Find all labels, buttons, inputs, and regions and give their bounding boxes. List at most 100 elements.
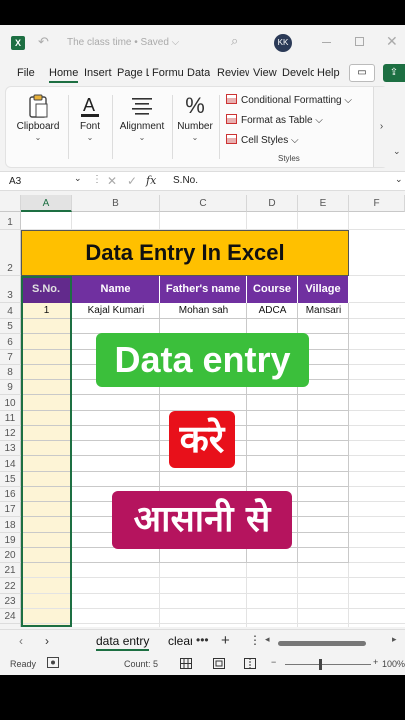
- table-cell[interactable]: ADCA: [247, 303, 298, 319]
- row-header[interactable]: 22: [0, 578, 21, 594]
- sheet-options-icon[interactable]: ⋮: [249, 633, 261, 647]
- ribbon-scroll-right-icon[interactable]: ›: [373, 87, 389, 167]
- row-header[interactable]: 17: [0, 502, 21, 518]
- search-icon[interactable]: ⌕: [231, 33, 238, 49]
- clipboard-group[interactable]: Clipboard ⌄: [10, 87, 66, 167]
- format-as-table-button[interactable]: Format as Table ⌵: [226, 114, 323, 126]
- row-header[interactable]: 13: [0, 441, 21, 457]
- column-header-b[interactable]: B: [72, 195, 160, 212]
- row-header[interactable]: 19: [0, 532, 21, 548]
- row-header[interactable]: 20: [0, 547, 21, 563]
- row-header[interactable]: 10: [0, 395, 21, 411]
- column-header-e[interactable]: E: [298, 195, 349, 212]
- zoom-out-icon[interactable]: −: [271, 657, 276, 667]
- tab-file[interactable]: File: [17, 67, 35, 79]
- row-number: 22: [4, 580, 16, 592]
- select-all-corner[interactable]: [0, 195, 21, 212]
- active-cell-a3[interactable]: [21, 276, 72, 303]
- tab-help[interactable]: Help: [317, 67, 340, 79]
- undo-icon[interactable]: ↶: [38, 34, 49, 50]
- table-cell[interactable]: Kajal Kumari: [72, 303, 160, 319]
- insert-function-icon[interactable]: fx: [146, 174, 156, 187]
- formula-input[interactable]: S.No.: [173, 175, 198, 186]
- number-group[interactable]: % Number ⌄: [173, 87, 217, 167]
- cancel-icon[interactable]: ✕: [107, 174, 117, 188]
- tab-home[interactable]: Home: [49, 67, 79, 83]
- more-icon[interactable]: ⋮: [92, 174, 102, 185]
- table-header-cell[interactable]: Father's name: [160, 276, 247, 303]
- alignment-group[interactable]: Alignment ⌄: [113, 87, 171, 167]
- maximize-icon[interactable]: [355, 37, 364, 46]
- row-header[interactable]: 4: [0, 303, 21, 319]
- tab-review[interactable]: Review: [217, 67, 249, 79]
- row-header[interactable]: 16: [0, 486, 21, 502]
- sheet-title-cell[interactable]: Data Entry In Excel: [21, 230, 349, 276]
- add-sheet-icon[interactable]: +: [221, 632, 230, 649]
- column-header-f[interactable]: F: [349, 195, 405, 212]
- row-header[interactable]: 21: [0, 563, 21, 579]
- horizontal-scrollbar[interactable]: [278, 641, 366, 646]
- zoom-slider-thumb[interactable]: [319, 659, 322, 670]
- page-layout-view-icon[interactable]: [213, 658, 225, 671]
- table-cell[interactable]: 1: [21, 303, 72, 319]
- row-header[interactable]: 1: [0, 212, 21, 230]
- row-header[interactable]: 23: [0, 593, 21, 609]
- scroll-left-icon[interactable]: ◂: [265, 634, 270, 645]
- tab-insert[interactable]: Insert: [84, 67, 113, 79]
- row-header[interactable]: 18: [0, 517, 21, 533]
- row-header[interactable]: 15: [0, 471, 21, 487]
- close-icon[interactable]: ✕: [386, 33, 398, 50]
- row-header[interactable]: 5: [0, 319, 21, 335]
- row-header[interactable]: 7: [0, 349, 21, 365]
- row-header[interactable]: 11: [0, 410, 21, 426]
- scroll-right-icon[interactable]: ▸: [392, 634, 397, 645]
- table-header-cell[interactable]: Name: [72, 276, 160, 303]
- row-header[interactable]: 9: [0, 380, 21, 396]
- cell-styles-button[interactable]: Cell Styles ⌵: [226, 134, 299, 146]
- row-header[interactable]: 24: [0, 608, 21, 624]
- row-header[interactable]: 14: [0, 456, 21, 472]
- avatar[interactable]: KK: [274, 34, 292, 52]
- comments-button[interactable]: ▭: [349, 64, 375, 82]
- zoom-slider[interactable]: [285, 664, 371, 665]
- minimize-icon[interactable]: [322, 42, 331, 43]
- conditional-formatting-icon: [226, 94, 237, 104]
- chevron-down-icon[interactable]: ⌄: [74, 173, 82, 184]
- table-header-cell[interactable]: Course: [247, 276, 298, 303]
- column-header-d[interactable]: D: [247, 195, 298, 212]
- font-group[interactable]: A Font ⌄: [70, 87, 110, 167]
- page-break-view-icon[interactable]: [244, 658, 256, 671]
- more-sheets-icon[interactable]: •••: [196, 633, 209, 647]
- sheet-tab-clear[interactable]: clear: [168, 634, 192, 648]
- next-sheet-icon[interactable]: ›: [45, 634, 49, 648]
- zoom-level[interactable]: 100%: [382, 659, 405, 669]
- normal-view-icon[interactable]: [180, 658, 192, 671]
- tab-developer[interactable]: Develo: [282, 67, 314, 79]
- sheet-tab-data-entry[interactable]: data entry: [96, 634, 150, 651]
- prev-sheet-icon[interactable]: ‹: [19, 634, 23, 648]
- table-cell[interactable]: Mansari: [298, 303, 349, 319]
- row-header[interactable]: 6: [0, 334, 21, 350]
- table-header-cell[interactable]: Village: [298, 276, 349, 303]
- document-title[interactable]: The class time • Saved ⌵: [67, 37, 179, 48]
- conditional-formatting-button[interactable]: Conditional Formatting ⌵: [226, 94, 352, 106]
- row-header[interactable]: 8: [0, 364, 21, 380]
- row-header[interactable]: 25: [0, 624, 21, 627]
- share-button[interactable]: ⇪: [383, 64, 405, 82]
- collapse-ribbon-icon[interactable]: ⌄: [393, 146, 401, 157]
- tab-data[interactable]: Data: [187, 67, 210, 79]
- zoom-in-icon[interactable]: +: [373, 657, 378, 667]
- tab-view[interactable]: View: [253, 67, 277, 79]
- expand-formula-bar-icon[interactable]: ⌄: [395, 174, 403, 185]
- align-lines-icon: [113, 93, 171, 119]
- row-header[interactable]: 3: [0, 276, 21, 303]
- macro-record-icon[interactable]: [47, 657, 59, 670]
- row-header[interactable]: 12: [0, 425, 21, 441]
- tab-page-layout[interactable]: Page L: [117, 67, 149, 79]
- table-cell[interactable]: Mohan sah: [160, 303, 247, 319]
- tab-formulas[interactable]: Formu: [152, 67, 183, 79]
- column-header-a[interactable]: A: [21, 195, 72, 212]
- row-header[interactable]: 2: [0, 230, 21, 276]
- column-header-c[interactable]: C: [160, 195, 247, 212]
- check-icon[interactable]: ✓: [127, 174, 137, 188]
